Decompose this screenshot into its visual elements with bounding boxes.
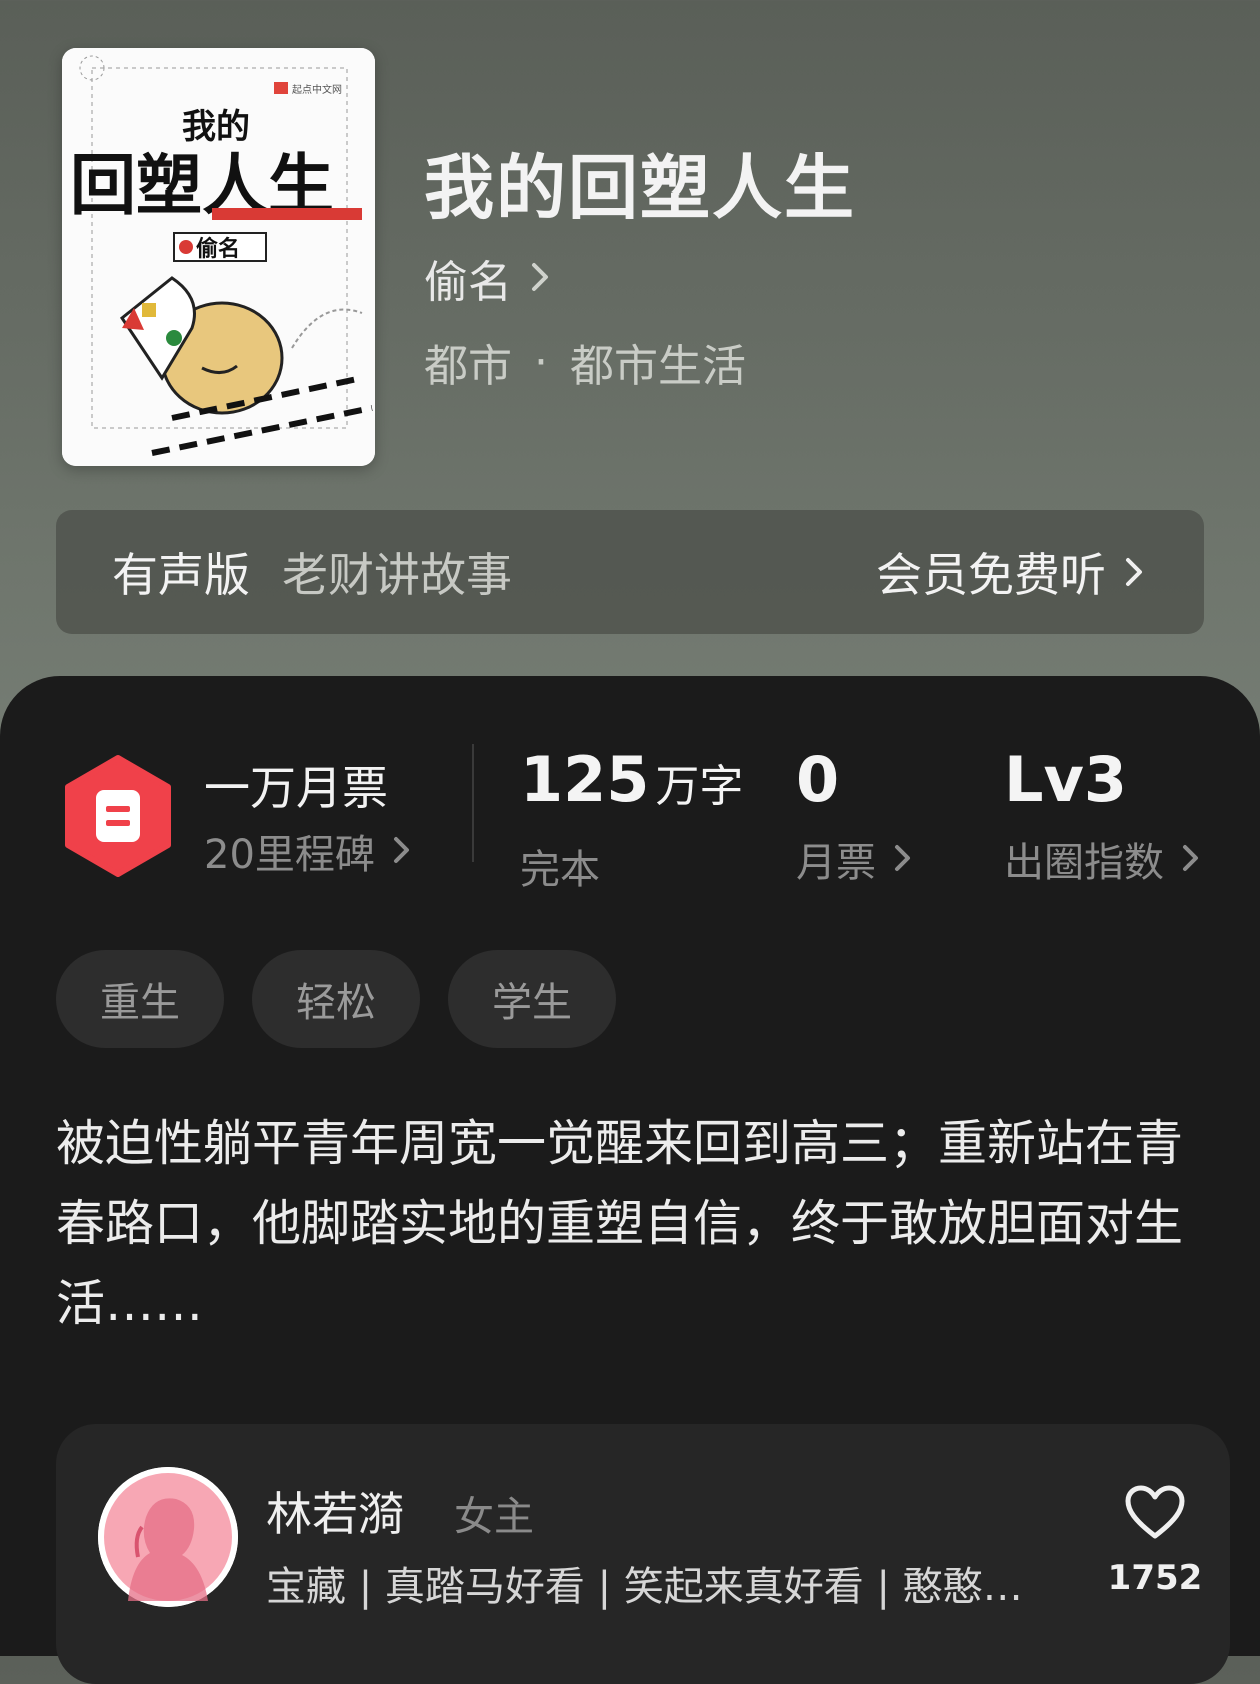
chevron-right-icon bbox=[894, 836, 912, 882]
chevron-right-icon bbox=[530, 253, 550, 304]
audio-version-bar[interactable]: 有声版 老财讲故事 会员免费听 bbox=[56, 510, 1204, 634]
heart-icon[interactable] bbox=[1124, 1484, 1186, 1544]
monthly-ticket-label: 月票 bbox=[796, 840, 876, 886]
cover-title-line1: 我的 bbox=[182, 107, 250, 147]
monthly-ticket-milestone-link[interactable]: 20里程碑 bbox=[204, 822, 411, 880]
word-count-unit: 万字 bbox=[655, 761, 744, 812]
ticket-icon[interactable] bbox=[62, 754, 174, 882]
author-name: 偷名 bbox=[424, 257, 512, 308]
genre-main[interactable]: 都市 bbox=[424, 330, 512, 394]
audio-narrator: 老财讲故事 bbox=[282, 548, 512, 602]
chevron-right-icon bbox=[393, 828, 411, 874]
book-synopsis[interactable]: 被迫性躺平青年周宽一觉醒来回到高三；重新站在青春路口，他脚踏实地的重塑自信，终于… bbox=[56, 1104, 1206, 1344]
word-count-stat: 125 万字 完本 bbox=[520, 748, 743, 895]
genre-row: 都市 · 都市生活 bbox=[424, 330, 746, 394]
character-name: 林若漪 bbox=[266, 1487, 404, 1541]
book-title: 我的回塑人生 bbox=[424, 146, 856, 229]
cover-publisher: 起点中文网 bbox=[292, 83, 342, 96]
chevron-right-icon bbox=[1182, 836, 1200, 882]
avatar[interactable] bbox=[98, 1467, 238, 1607]
popularity-level: Lv3 bbox=[1004, 743, 1128, 816]
popularity-index-stat[interactable]: Lv3 出圈指数 bbox=[1004, 748, 1200, 888]
tag-chip[interactable]: 学生 bbox=[448, 950, 616, 1048]
character-tags: 宝藏 | 真踏马好看 | 笑起来真好看 | 憨憨… bbox=[266, 1564, 1023, 1610]
popularity-label: 出圈指数 bbox=[1004, 840, 1164, 886]
book-cover[interactable]: 起点中文网 我的 回塑人生 偷名 bbox=[62, 48, 375, 466]
stats-divider bbox=[472, 744, 474, 862]
tag-chip[interactable]: 轻松 bbox=[252, 950, 420, 1048]
member-free-listen-button[interactable]: 会员免费听 bbox=[876, 539, 1144, 605]
chevron-right-icon bbox=[1124, 545, 1144, 599]
word-count-value: 125 bbox=[520, 743, 650, 816]
genre-sub[interactable]: 都市生活 bbox=[570, 330, 746, 394]
tag-list: 重生 轻松 学生 bbox=[56, 950, 644, 1048]
monthly-ticket-value: 0 bbox=[796, 743, 840, 816]
milestone-label: 20里程碑 bbox=[204, 832, 375, 878]
monthly-ticket-stat[interactable]: 0 月票 bbox=[796, 748, 912, 888]
genre-separator: · bbox=[534, 336, 548, 388]
character-role: 女主 bbox=[454, 1494, 534, 1540]
completion-status: 完本 bbox=[520, 847, 600, 893]
tag-chip[interactable]: 重生 bbox=[56, 950, 224, 1048]
cover-author: 偷名 bbox=[196, 236, 240, 262]
member-free-listen-label: 会员免费听 bbox=[876, 548, 1106, 602]
monthly-ticket-milestone-title[interactable]: 一万月票 bbox=[204, 752, 388, 818]
like-count: 1752 bbox=[1107, 1558, 1203, 1598]
author-link[interactable]: 偷名 bbox=[424, 246, 550, 310]
audio-label: 有声版 bbox=[112, 548, 250, 602]
